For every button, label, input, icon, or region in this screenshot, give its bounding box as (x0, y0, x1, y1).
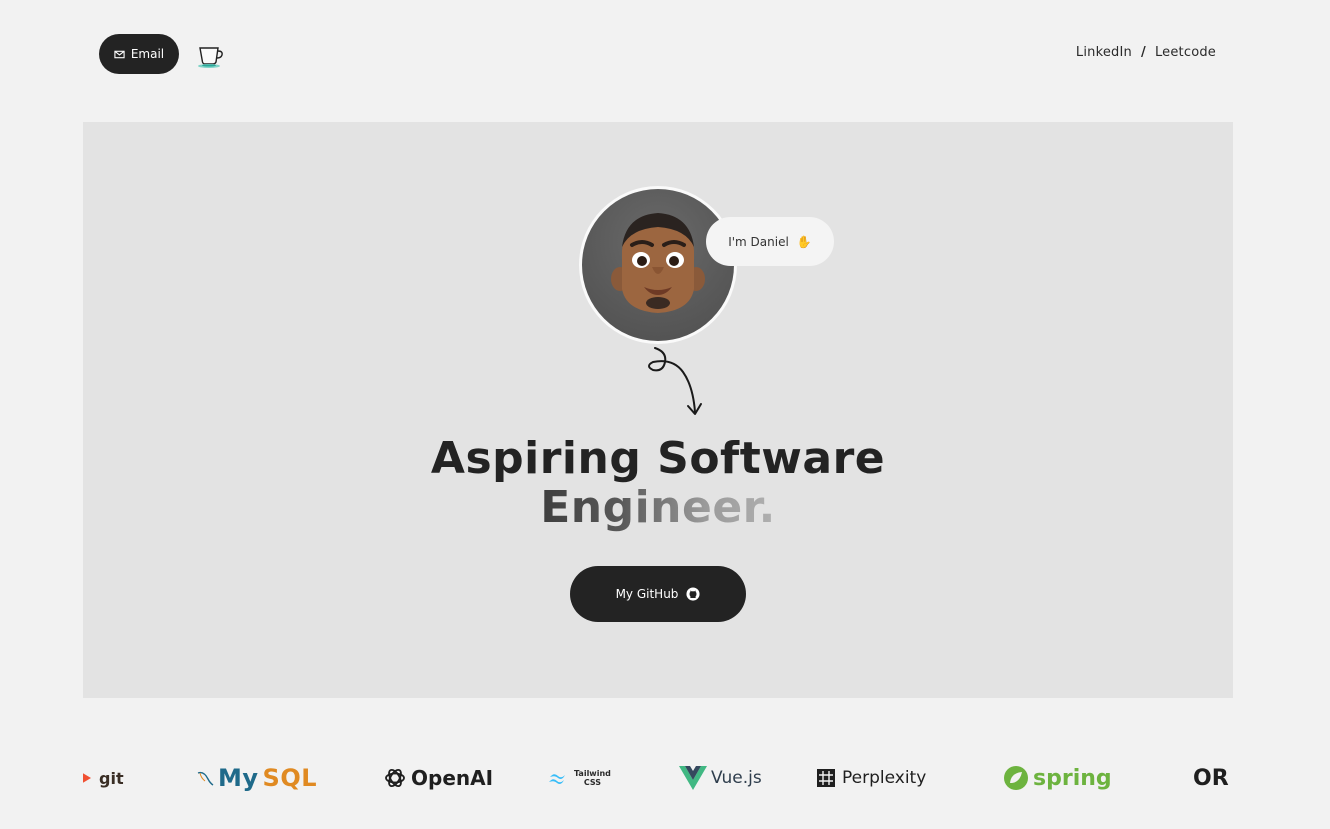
git-text: git (99, 768, 124, 788)
mysql-my-text: My (218, 764, 259, 792)
spring-logo: spring (1003, 750, 1112, 806)
tech-logo-strip: git My SQL OpenAI Tailwind CSS Vue.js Pe… (83, 750, 1233, 806)
perplexity-text: Perplexity (842, 768, 927, 788)
coffee-cup-icon[interactable] (197, 43, 225, 69)
spring-leaf-icon (1004, 766, 1028, 790)
headline-line-2: Engineer. (540, 482, 776, 533)
openai-logo: OpenAI (383, 750, 493, 806)
email-button[interactable]: Email (99, 34, 179, 74)
perplexity-icon (817, 769, 835, 787)
openai-icon (385, 768, 405, 788)
github-button[interactable]: My GitHub (570, 566, 746, 622)
social-links: LinkedIn / Leetcode (1076, 45, 1216, 60)
vue-icon (679, 766, 707, 790)
github-icon (686, 587, 700, 601)
openai-text: OpenAI (411, 766, 494, 790)
greeting-bubble: I'm Daniel ✋ (706, 217, 834, 266)
tailwind-text: Tailwind (574, 769, 611, 778)
page-title: Aspiring Software Engineer. (83, 434, 1233, 532)
mysql-logo: My SQL (196, 750, 317, 806)
spring-text: spring (1033, 765, 1112, 791)
tailwind-logo: Tailwind CSS (548, 750, 611, 806)
waving-hand-icon: ✋ (796, 234, 812, 249)
partial-logo-text: OR (1193, 765, 1229, 791)
headline-line-1: Aspiring Software (430, 433, 886, 484)
leetcode-link[interactable]: Leetcode (1155, 45, 1216, 60)
memoji-face-icon (611, 213, 705, 313)
top-bar: Email LinkedIn / Leetcode (0, 0, 1330, 110)
vue-logo: Vue.js (679, 750, 762, 806)
linkedin-link[interactable]: LinkedIn (1076, 45, 1132, 60)
partial-logo: OR (1193, 750, 1229, 806)
curly-arrow-icon (648, 347, 702, 415)
hero-section: I'm Daniel ✋ Aspiring Software Engineer.… (83, 122, 1233, 698)
mysql-sql-text: SQL (262, 764, 318, 792)
perplexity-logo: Perplexity (817, 750, 926, 806)
greeting-text: I'm Daniel (728, 234, 789, 249)
avatar-image (582, 189, 734, 341)
git-icon (83, 773, 91, 783)
css-text: CSS (583, 778, 602, 787)
email-label: Email (130, 47, 165, 61)
mail-icon (114, 50, 125, 58)
tailwind-icon (549, 774, 565, 784)
link-separator: / (1140, 45, 1146, 60)
avatar (579, 186, 737, 344)
github-label: My GitHub (615, 587, 679, 601)
vue-text: Vue.js (711, 768, 762, 788)
git-logo: git (83, 750, 124, 806)
tailwind-wordmark: Tailwind CSS (574, 769, 611, 787)
dolphin-icon (197, 771, 214, 786)
